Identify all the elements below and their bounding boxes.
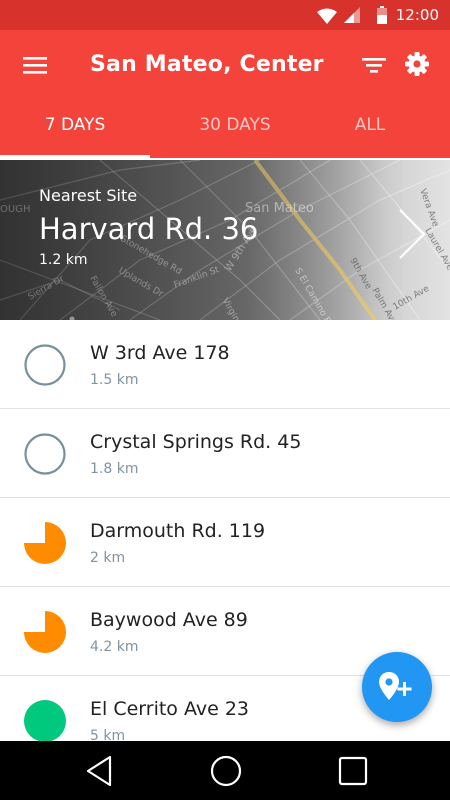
site-name: Darmouth Rd. 119 <box>90 520 266 542</box>
site-distance: 4.2 km <box>90 639 139 655</box>
site-name: Baywood Ave 89 <box>90 609 248 631</box>
nearest-site-card[interactable]: San MateoW 9th AveS El Camino RealFrankl… <box>0 160 450 320</box>
status-empty-icon <box>24 344 66 386</box>
status-partial-icon <box>24 611 66 653</box>
add-location-button[interactable] <box>362 652 432 722</box>
add-location-icon <box>379 672 412 700</box>
recents-icon[interactable] <box>335 753 371 789</box>
site-distance: 1.8 km <box>90 461 139 477</box>
page-title: San Mateo, Center <box>90 52 324 77</box>
tab-all[interactable]: ALL <box>320 108 420 158</box>
site-name: El Cerrito Ave 23 <box>90 698 249 720</box>
gear-icon[interactable] <box>404 51 430 77</box>
list-item[interactable]: W 3rd Ave 178 1.5 km <box>0 320 450 409</box>
tab-indicator <box>0 155 150 158</box>
site-distance: 1.5 km <box>90 372 139 388</box>
status-empty-icon <box>24 433 66 475</box>
status-time: 12:00 <box>395 6 439 24</box>
site-name: Crystal Springs Rd. 45 <box>90 431 302 453</box>
tab-bar: 7 DAYS 30 DAYS ALL <box>0 108 450 158</box>
site-name: W 3rd Ave 178 <box>90 342 230 364</box>
status-partial-icon <box>24 522 66 564</box>
status-full-icon <box>24 700 66 742</box>
list-item[interactable]: Darmouth Rd. 119 2 km <box>0 498 450 587</box>
app-bar: San Mateo, Center 7 DAYS 30 DAYS ALL <box>0 30 450 158</box>
nearest-site-distance: 1.2 km <box>39 252 88 268</box>
battery-icon <box>377 6 387 24</box>
status-bar: 12:00 <box>0 0 450 30</box>
nearest-site-eyebrow: Nearest Site <box>39 186 138 205</box>
filter-icon[interactable] <box>360 52 388 78</box>
menu-icon[interactable] <box>20 52 50 78</box>
site-distance: 2 km <box>90 550 126 566</box>
back-icon[interactable] <box>82 753 118 789</box>
chevron-right-icon[interactable] <box>396 206 428 262</box>
tab-7-days[interactable]: 7 DAYS <box>0 108 150 158</box>
home-icon[interactable] <box>208 753 244 789</box>
nearest-site-name: Harvard Rd. 36 <box>39 212 259 246</box>
tab-30-days[interactable]: 30 DAYS <box>150 108 320 158</box>
signal-icon <box>344 7 360 23</box>
wifi-icon <box>317 8 337 24</box>
system-nav-bar <box>0 741 450 800</box>
list-item[interactable]: Crystal Springs Rd. 45 1.8 km <box>0 409 450 498</box>
